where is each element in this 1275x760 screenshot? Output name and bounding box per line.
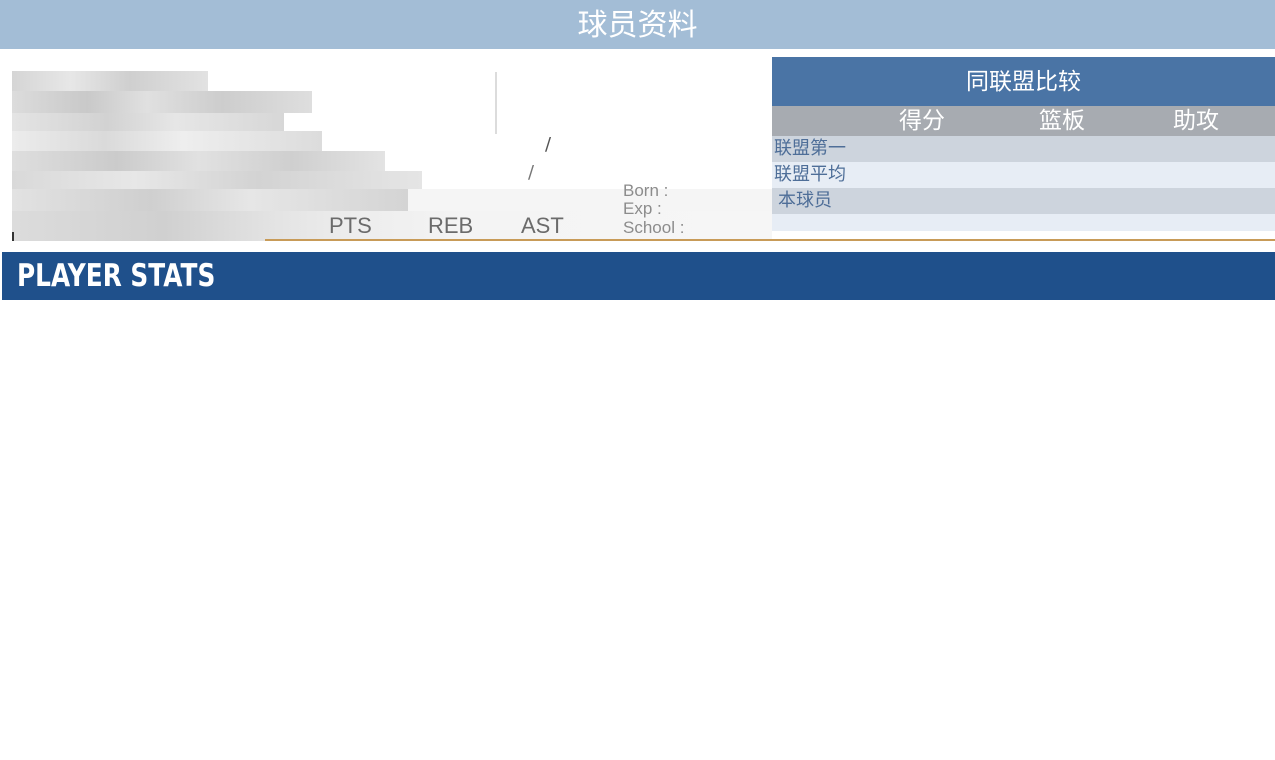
stat-label-pts: PTS [329, 213, 372, 238]
card-edge [12, 232, 14, 241]
wood-floor-plank [12, 151, 385, 171]
comparison-row-empty [772, 214, 1275, 231]
comparison-column-header: 得分 篮板 助攻 [772, 106, 1275, 136]
wood-floor-plank [12, 171, 422, 189]
player-card: / / PTS REB AST Born : Exp : School : [12, 71, 772, 241]
stat-label-reb: REB [428, 213, 474, 238]
comparison-row-league-average: 联盟平均 [772, 162, 1275, 188]
column-points: 得分 [899, 108, 945, 134]
wood-floor-plank [12, 113, 284, 131]
league-comparison-panel: 同联盟比较 得分 篮板 助攻 联盟第一 联盟平均 本球员 [772, 57, 1275, 231]
comparison-row-this-player: 本球员 [772, 188, 1275, 214]
info-panel-background [408, 189, 772, 211]
info-separator: / [545, 134, 552, 155]
school-label: School : [623, 218, 685, 237]
row-label: 联盟第一 [774, 138, 846, 159]
wood-floor-plank [12, 91, 312, 113]
page-title: 球员资料 [0, 0, 1275, 49]
column-rebounds: 篮板 [1039, 108, 1085, 134]
comparison-title: 同联盟比较 [772, 57, 1275, 106]
accent-divider [265, 239, 1275, 241]
info-separator: / [528, 162, 535, 183]
name-divider [495, 72, 497, 134]
born-label: Born : [623, 181, 669, 200]
column-assists: 助攻 [1173, 108, 1219, 134]
row-label: 本球员 [778, 190, 832, 211]
row-label: 联盟平均 [774, 164, 846, 185]
player-stats-header: PLAYER STATS [2, 252, 1275, 300]
stat-label-ast: AST [521, 213, 564, 238]
wood-floor-plank [12, 189, 408, 211]
exp-label: Exp : [623, 199, 662, 218]
player-stats-title: PLAYER STATS [17, 258, 216, 294]
wood-floor-plank [12, 131, 322, 151]
wood-floor-plank [12, 71, 208, 91]
comparison-row-league-first: 联盟第一 [772, 136, 1275, 162]
